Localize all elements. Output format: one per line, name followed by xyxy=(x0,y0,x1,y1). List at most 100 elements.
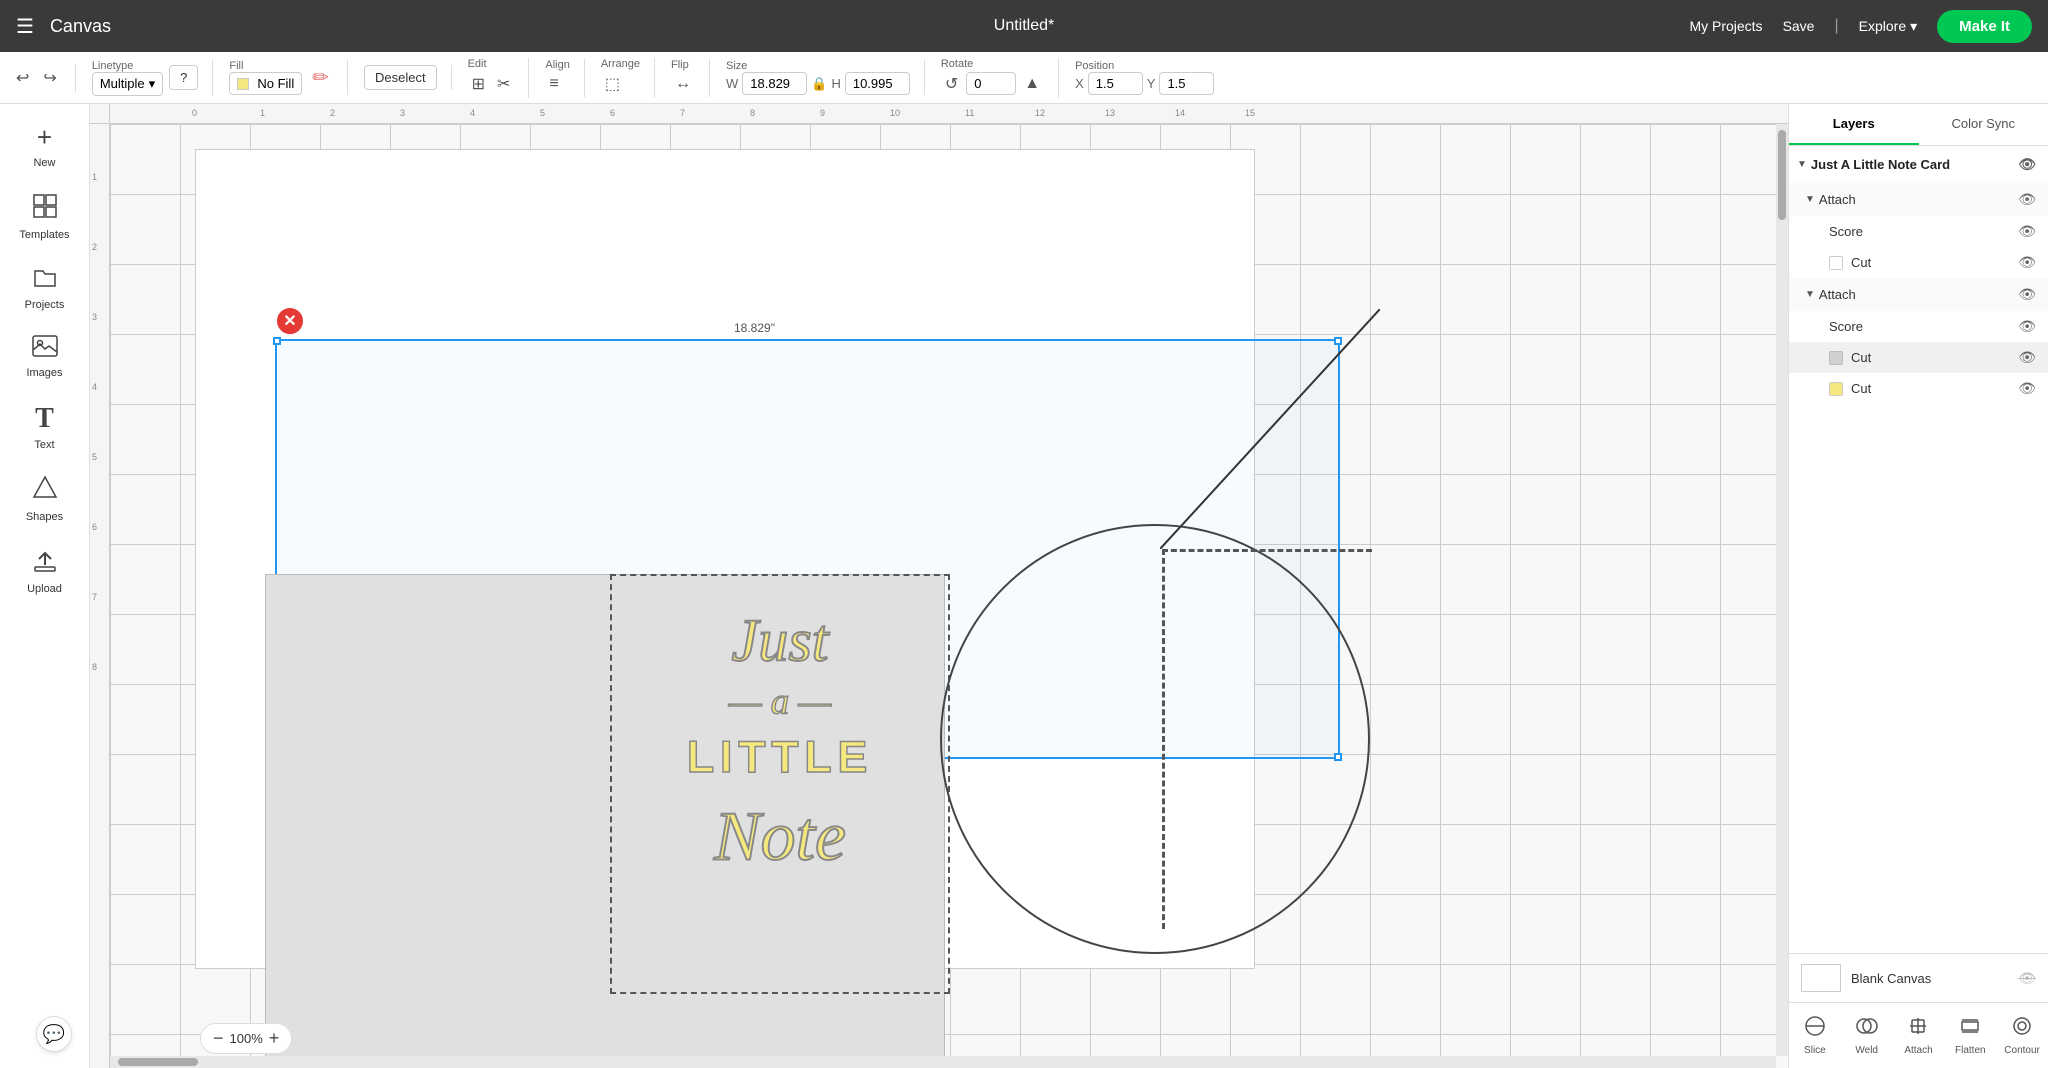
rotate-up-button[interactable]: ▲ xyxy=(1020,71,1044,97)
images-icon xyxy=(32,335,58,363)
scrollbar-horizontal-thumb[interactable] xyxy=(118,1058,198,1066)
layer-score-1[interactable]: Score 👁 xyxy=(1789,216,2048,247)
canvas-scroll[interactable]: ✕ 18.829" xyxy=(110,124,1788,1068)
blank-canvas-visibility-icon[interactable]: 👁 xyxy=(2018,970,2036,987)
ruler-vtick-1: 1 xyxy=(92,172,97,182)
pos-y-input[interactable] xyxy=(1159,72,1214,95)
ruler-tick-8: 8 xyxy=(750,108,755,118)
lock-icon[interactable]: 🔒 xyxy=(811,76,827,92)
undo-button[interactable]: ↩ xyxy=(12,64,33,92)
resize-handle-tl[interactable] xyxy=(273,337,281,345)
attach1-label: Attach xyxy=(1819,192,2018,207)
contour-button[interactable]: Contour xyxy=(1996,1011,2048,1060)
blank-canvas-label: Blank Canvas xyxy=(1851,971,2008,986)
layer-cut-1[interactable]: Cut 👁 xyxy=(1789,247,2048,278)
edit-scissors-button[interactable]: ✂ xyxy=(493,70,514,98)
redo-button[interactable]: ↪ xyxy=(39,64,60,92)
sidebar-item-text[interactable]: T Text xyxy=(5,393,85,461)
score2-label: Score xyxy=(1829,319,2018,334)
layer-score-2[interactable]: Score 👁 xyxy=(1789,311,2048,342)
sidebar-label-text: Text xyxy=(34,439,54,451)
height-input[interactable] xyxy=(845,72,910,95)
fill-color-picker[interactable]: ✏ xyxy=(308,61,333,94)
save-link[interactable]: Save xyxy=(1783,18,1815,34)
edit-add-button[interactable]: ⊞ xyxy=(468,70,489,98)
layer-cut-3[interactable]: Cut 👁 xyxy=(1789,373,2048,404)
sidebar-item-templates[interactable]: Templates xyxy=(5,183,85,251)
attach1-visibility-icon[interactable]: 👁 xyxy=(2018,191,2036,208)
hamburger-icon[interactable]: ☰ xyxy=(16,14,34,39)
ruler-tick-12: 12 xyxy=(1035,108,1045,118)
flip-label: Flip xyxy=(671,59,695,71)
zoom-out-button[interactable]: − xyxy=(213,1028,224,1049)
rotate-reset-button[interactable]: ↺ xyxy=(941,70,962,98)
attach-group-1[interactable]: ▼ Attach 👁 xyxy=(1789,183,2048,216)
sidebar-item-projects[interactable]: Projects xyxy=(5,255,85,321)
project-title: Just A Little Note Card xyxy=(1811,157,2018,172)
scrollbar-horizontal[interactable] xyxy=(110,1056,1776,1068)
zoom-controls: − 100% + xyxy=(200,1023,292,1054)
sidebar-item-images[interactable]: Images xyxy=(5,325,85,389)
pos-x-label: X xyxy=(1075,76,1084,91)
project-visibility-icon[interactable]: 👁 xyxy=(2018,156,2036,173)
sidebar-item-upload[interactable]: Upload xyxy=(5,537,85,605)
delete-selection-button[interactable]: ✕ xyxy=(275,306,305,336)
sidebar-item-shapes[interactable]: Shapes xyxy=(5,465,85,533)
attach-group-2[interactable]: ▼ Attach 👁 xyxy=(1789,278,2048,311)
chat-button[interactable]: 💬 xyxy=(36,1016,72,1052)
align-button[interactable]: ≡ xyxy=(545,71,562,97)
my-projects-link[interactable]: My Projects xyxy=(1689,18,1762,34)
tab-layers[interactable]: Layers xyxy=(1789,104,1919,145)
cut2-label: Cut xyxy=(1851,350,2018,365)
scrollbar-vertical[interactable] xyxy=(1776,124,1788,1056)
explore-button[interactable]: Explore ▾ xyxy=(1859,18,1918,35)
score1-visibility-icon[interactable]: 👁 xyxy=(2018,223,2036,240)
contour-icon xyxy=(2011,1015,2033,1042)
ruler-tick-1: 1 xyxy=(260,108,265,118)
cut1-swatch xyxy=(1829,256,1843,270)
toolbar-position: Position X Y xyxy=(1075,60,1228,95)
arrange-button[interactable]: ⬚ xyxy=(601,70,624,98)
attach-button[interactable]: Attach xyxy=(1893,1011,1945,1060)
linetype-label: Linetype xyxy=(92,60,163,72)
weld-button[interactable]: Weld xyxy=(1841,1011,1893,1060)
tab-color-sync[interactable]: Color Sync xyxy=(1919,104,2048,145)
flip-button[interactable]: ↔ xyxy=(671,71,695,97)
pos-x-input[interactable] xyxy=(1088,72,1143,95)
ruler-vtick-4: 4 xyxy=(92,382,97,392)
deselect-button[interactable]: Deselect xyxy=(364,65,437,90)
project-title-row[interactable]: ▼ Just A Little Note Card 👁 xyxy=(1789,146,2048,183)
main-area: + New Templates Projects Images T Text xyxy=(0,104,2048,1068)
topbar-nav: My Projects Save | Explore ▾ Make It xyxy=(1689,10,2032,43)
linetype-select[interactable]: Multiple ▾ xyxy=(92,72,163,96)
layers-panel-content: ▼ Just A Little Note Card 👁 ▼ Attach 👁 S… xyxy=(1789,146,2048,953)
size-label: Size xyxy=(726,60,910,72)
attach2-visibility-icon[interactable]: 👁 xyxy=(2018,286,2036,303)
weld-icon xyxy=(1856,1015,1878,1042)
scrollbar-vertical-thumb[interactable] xyxy=(1778,130,1786,220)
sidebar-label-new: New xyxy=(33,157,55,169)
make-it-button[interactable]: Make It xyxy=(1937,10,2032,43)
sidebar-item-new[interactable]: + New xyxy=(5,112,85,179)
svg-text:— a —: — a — xyxy=(728,681,832,722)
cut3-visibility-icon[interactable]: 👁 xyxy=(2018,380,2036,397)
ruler-tick-3: 3 xyxy=(400,108,405,118)
ruler-tick-7: 7 xyxy=(680,108,685,118)
layer-cut-2[interactable]: Cut 👁 xyxy=(1789,342,2048,373)
ruler-tick-6: 6 xyxy=(610,108,615,118)
cut1-visibility-icon[interactable]: 👁 xyxy=(2018,254,2036,271)
rotate-label: Rotate xyxy=(941,58,1044,70)
fill-select[interactable]: No Fill xyxy=(229,72,302,95)
templates-icon xyxy=(32,193,58,225)
cut2-visibility-icon[interactable]: 👁 xyxy=(2018,349,2036,366)
rotate-input[interactable] xyxy=(966,72,1016,95)
zoom-in-button[interactable]: + xyxy=(269,1028,280,1049)
flatten-button[interactable]: Flatten xyxy=(1944,1011,1996,1060)
width-input[interactable] xyxy=(742,72,807,95)
linetype-help-button[interactable]: ? xyxy=(169,65,198,90)
cut2-swatch xyxy=(1829,351,1843,365)
dimension-label: 18.829" xyxy=(730,320,779,336)
ruler-tick-11: 11 xyxy=(965,108,974,118)
score2-visibility-icon[interactable]: 👁 xyxy=(2018,318,2036,335)
slice-button[interactable]: Slice xyxy=(1789,1011,1841,1060)
